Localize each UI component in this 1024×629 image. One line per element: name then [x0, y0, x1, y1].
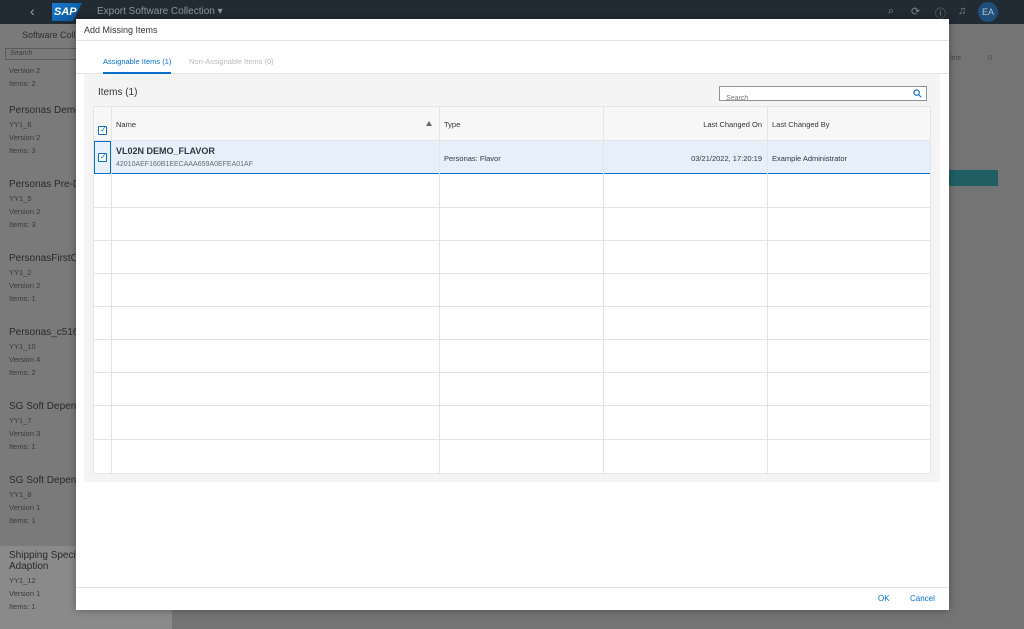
search-input[interactable] — [720, 92, 900, 105]
column-divider — [439, 107, 440, 473]
empty-row-divider — [94, 240, 930, 241]
empty-row-divider — [94, 372, 930, 373]
empty-row-divider — [94, 207, 930, 208]
items-table: Name Type Last Changed On Last Changed B… — [93, 106, 931, 474]
column-divider — [111, 107, 112, 473]
tab-bar: Assignable Items (1) Non-Assignable Item… — [76, 41, 949, 74]
search-icon[interactable]: ⌕ — [888, 5, 894, 18]
table-title: Items (1) — [98, 87, 138, 98]
column-header-type[interactable]: Type — [444, 120, 460, 129]
items-content: Items (1) Name Type Last Changed On Last… — [84, 74, 940, 482]
ok-button[interactable]: OK — [878, 594, 890, 603]
search-icon[interactable] — [913, 89, 922, 98]
tab-non-assignable-items[interactable]: Non-Assignable Items (0) — [189, 57, 274, 74]
bell-icon[interactable]: ♫ — [958, 5, 966, 17]
empty-row-divider — [94, 273, 930, 274]
table-row[interactable]: VL02N DEMO_FLAVOR 42010AEF160B1EECAAA659… — [94, 141, 930, 174]
delete-button[interactable]: lete — [950, 55, 961, 62]
item-type: Personas: Flavor — [444, 154, 501, 163]
item-id: 42010AEF160B1EECAAA659A0EFEA01AF — [116, 161, 253, 168]
sort-ascending-icon[interactable] — [426, 121, 432, 126]
column-header-name[interactable]: Name — [116, 120, 136, 129]
dialog-footer: OK Cancel — [76, 587, 949, 610]
avatar[interactable]: EA — [978, 2, 998, 22]
detail-header-strip — [948, 170, 998, 186]
empty-row-divider — [94, 339, 930, 340]
column-header-last-changed-by[interactable]: Last Changed By — [772, 120, 830, 129]
column-header-last-changed-on[interactable]: Last Changed On — [604, 120, 762, 129]
dialog-title: Add Missing Items — [76, 19, 949, 41]
sync-icon[interactable]: ⟳ — [911, 5, 920, 18]
app-title[interactable]: Export Software Collection ▾ — [97, 6, 223, 17]
tab-assignable-items[interactable]: Assignable Items (1) — [103, 57, 172, 74]
item-last-changed-by: Example Administrator — [772, 154, 848, 163]
item-name: VL02N DEMO_FLAVOR — [116, 146, 215, 156]
count-badge: 0 — [988, 55, 992, 62]
column-divider — [767, 107, 768, 473]
select-all-checkbox[interactable] — [98, 125, 107, 135]
row-selector[interactable] — [94, 141, 111, 174]
cancel-button[interactable]: Cancel — [910, 594, 935, 603]
empty-row-divider — [94, 306, 930, 307]
column-divider — [603, 107, 604, 473]
add-missing-items-dialog: Add Missing Items Assignable Items (1) N… — [76, 19, 949, 610]
empty-row-divider — [94, 405, 930, 406]
item-last-changed-on: 03/21/2022, 17:20:19 — [691, 154, 762, 163]
back-icon[interactable]: ‹ — [30, 3, 35, 19]
table-header: Name Type Last Changed On Last Changed B… — [94, 107, 930, 141]
search-field[interactable] — [719, 86, 927, 105]
row-checkbox[interactable] — [98, 152, 107, 162]
empty-row-divider — [94, 439, 930, 440]
